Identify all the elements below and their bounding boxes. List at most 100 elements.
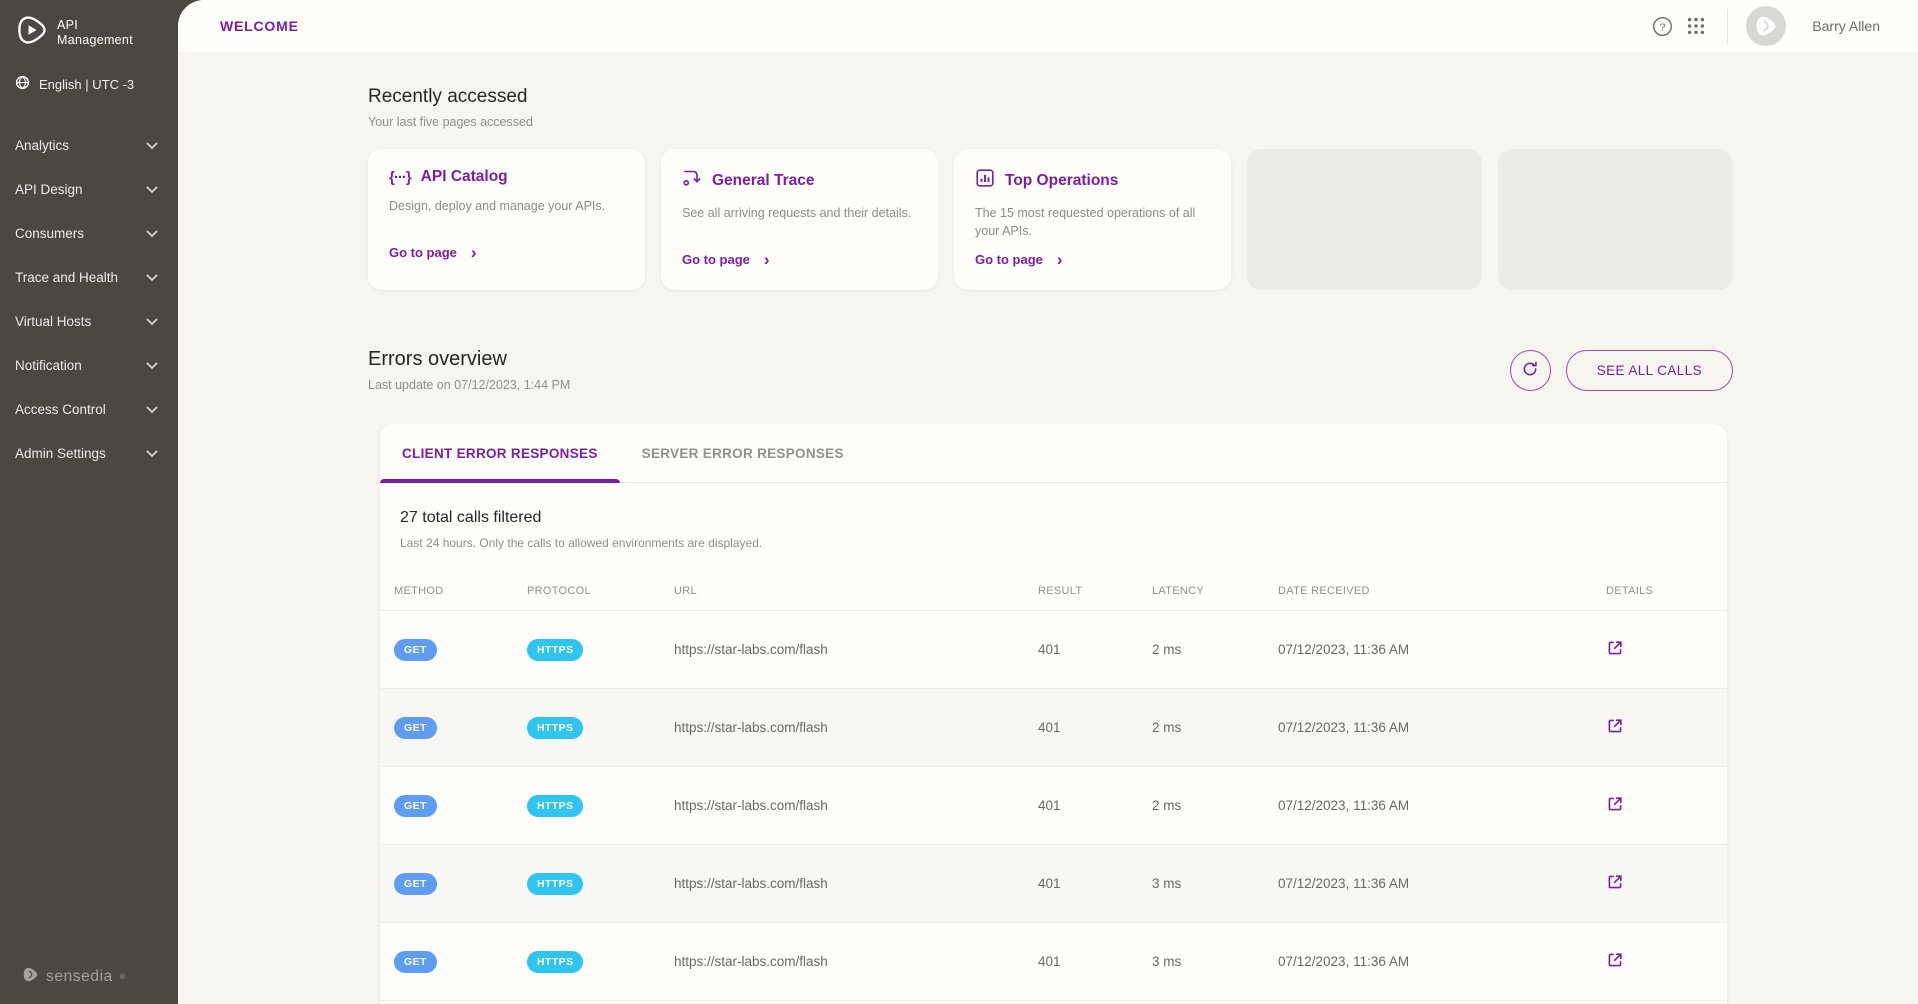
url-cell: https://star-labs.com/flash <box>674 798 1038 813</box>
open-in-new-icon <box>1606 717 1624 735</box>
table-row: GET HTTPS https://star-labs.com/flash 40… <box>380 689 1727 767</box>
open-details-button[interactable] <box>1604 793 1626 818</box>
sidebar-item-analytics[interactable]: Analytics <box>0 123 178 167</box>
go-to-page-link[interactable]: Go to page › <box>975 251 1210 268</box>
card-description: Design, deploy and manage your APIs. <box>389 197 624 235</box>
card-description: See all arriving requests and their deta… <box>682 204 917 242</box>
latency-cell: 3 ms <box>1152 876 1278 891</box>
column-header-result: RESULT <box>1038 585 1152 597</box>
url-cell: https://star-labs.com/flash <box>674 720 1038 735</box>
errors-overview-title: Errors overview <box>368 348 570 371</box>
column-header-protocol: PROTOCOL <box>527 585 674 597</box>
content: Recently accessed Your last five pages a… <box>178 52 1918 1004</box>
method-badge: GET <box>394 639 437 661</box>
date-cell: 07/12/2023, 11:36 AM <box>1278 954 1594 969</box>
chevron-down-icon <box>146 182 158 197</box>
table-header-row: METHOD PROTOCOL URL RESULT LATENCY DATE … <box>380 571 1727 611</box>
open-in-new-icon <box>1606 795 1624 813</box>
open-in-new-icon <box>1606 639 1624 657</box>
open-details-button[interactable] <box>1604 637 1626 662</box>
calls-table: METHOD PROTOCOL URL RESULT LATENCY DATE … <box>380 571 1727 1001</box>
card-placeholder <box>1498 149 1733 290</box>
column-header-url: URL <box>674 585 1038 597</box>
sidebar-item-access-control[interactable]: Access Control <box>0 387 178 431</box>
apps-grid-icon[interactable] <box>1679 9 1713 43</box>
svg-text:?: ? <box>1659 21 1665 33</box>
protocol-badge: HTTPS <box>527 795 583 817</box>
calls-filter-note: Last 24 hours. Only the calls to allowed… <box>400 536 1727 550</box>
column-header-latency: LATENCY <box>1152 585 1278 597</box>
method-badge: GET <box>394 873 437 895</box>
total-calls-filtered: 27 total calls filtered <box>400 509 1727 527</box>
errors-overview-header: Errors overview Last update on 07/12/202… <box>368 348 1733 392</box>
chevron-down-icon <box>146 138 158 153</box>
method-badge: GET <box>394 951 437 973</box>
protocol-badge: HTTPS <box>527 639 583 661</box>
open-details-button[interactable] <box>1604 871 1626 896</box>
topbar: WELCOME ? <box>178 0 1918 52</box>
open-in-new-icon <box>1606 951 1624 969</box>
protocol-badge: HTTPS <box>527 951 583 973</box>
user-menu[interactable]: Barry Allen <box>1746 6 1880 46</box>
sidebar-nav: Analytics API Design Consumers Trace and… <box>0 123 178 475</box>
chevron-right-icon: › <box>764 251 770 268</box>
go-to-page-link[interactable]: Go to page › <box>389 244 624 261</box>
result-cell: 401 <box>1038 876 1152 891</box>
url-cell: https://star-labs.com/flash <box>674 954 1038 969</box>
user-name: Barry Allen <box>1812 18 1880 34</box>
sidebar-item-notification[interactable]: Notification <box>0 343 178 387</box>
sidebar: API Management English | UTC -3 Analytic… <box>0 0 178 1004</box>
column-header-date-received: DATE RECEIVED <box>1278 585 1594 597</box>
chevron-right-icon: › <box>1057 251 1063 268</box>
table-row: GET HTTPS https://star-labs.com/flash 40… <box>380 611 1727 689</box>
result-cell: 401 <box>1038 642 1152 657</box>
app-title: API Management <box>57 18 133 48</box>
trace-route-icon <box>682 168 702 193</box>
sensedia-logo-icon <box>22 966 39 988</box>
play-logo-icon <box>16 14 48 51</box>
column-header-method: METHOD <box>394 585 527 597</box>
url-cell: https://star-labs.com/flash <box>674 876 1038 891</box>
recently-accessed-subtitle: Your last five pages accessed <box>368 115 1733 129</box>
method-badge: GET <box>394 795 437 817</box>
open-details-button[interactable] <box>1604 715 1626 740</box>
see-all-calls-button[interactable]: SEE ALL CALLS <box>1566 350 1733 391</box>
sidebar-item-trace-and-health[interactable]: Trace and Health <box>0 255 178 299</box>
open-details-button[interactable] <box>1604 949 1626 974</box>
card-title: Top Operations <box>1005 172 1118 190</box>
avatar <box>1746 6 1786 46</box>
protocol-badge: HTTPS <box>527 873 583 895</box>
latency-cell: 2 ms <box>1152 642 1278 657</box>
refresh-button[interactable] <box>1510 350 1551 391</box>
chevron-down-icon <box>146 446 158 461</box>
errors-table-card: CLIENT ERROR RESPONSES SERVER ERROR RESP… <box>380 424 1727 1004</box>
card-top-operations: Top Operations The 15 most requested ope… <box>954 149 1231 290</box>
result-cell: 401 <box>1038 798 1152 813</box>
help-icon[interactable]: ? <box>1645 9 1679 43</box>
chevron-down-icon <box>146 358 158 373</box>
card-description: The 15 most requested operations of all … <box>975 204 1210 242</box>
main-area: WELCOME ? <box>178 0 1918 1004</box>
url-cell: https://star-labs.com/flash <box>674 642 1038 657</box>
date-cell: 07/12/2023, 11:36 AM <box>1278 720 1594 735</box>
tab-client-error-responses[interactable]: CLIENT ERROR RESPONSES <box>380 424 620 482</box>
tab-server-error-responses[interactable]: SERVER ERROR RESPONSES <box>620 424 866 482</box>
date-cell: 07/12/2023, 11:36 AM <box>1278 876 1594 891</box>
calls-summary: 27 total calls filtered Last 24 hours. O… <box>380 483 1727 550</box>
open-in-new-icon <box>1606 873 1624 891</box>
sidebar-item-consumers[interactable]: Consumers <box>0 211 178 255</box>
sidebar-item-virtual-hosts[interactable]: Virtual Hosts <box>0 299 178 343</box>
table-body: GET HTTPS https://star-labs.com/flash 40… <box>380 611 1727 1001</box>
page-title: WELCOME <box>220 18 299 34</box>
protocol-badge: HTTPS <box>527 717 583 739</box>
chevron-down-icon <box>146 402 158 417</box>
errors-last-update: Last update on 07/12/2023, 1:44 PM <box>368 378 570 392</box>
sidebar-item-api-design[interactable]: API Design <box>0 167 178 211</box>
app-logo: API Management <box>0 0 178 51</box>
sidebar-item-admin-settings[interactable]: Admin Settings <box>0 431 178 475</box>
latency-cell: 2 ms <box>1152 798 1278 813</box>
go-to-page-link[interactable]: Go to page › <box>682 251 917 268</box>
result-cell: 401 <box>1038 720 1152 735</box>
brand-name: sensedia <box>46 968 113 986</box>
locale-selector[interactable]: English | UTC -3 <box>0 75 178 93</box>
